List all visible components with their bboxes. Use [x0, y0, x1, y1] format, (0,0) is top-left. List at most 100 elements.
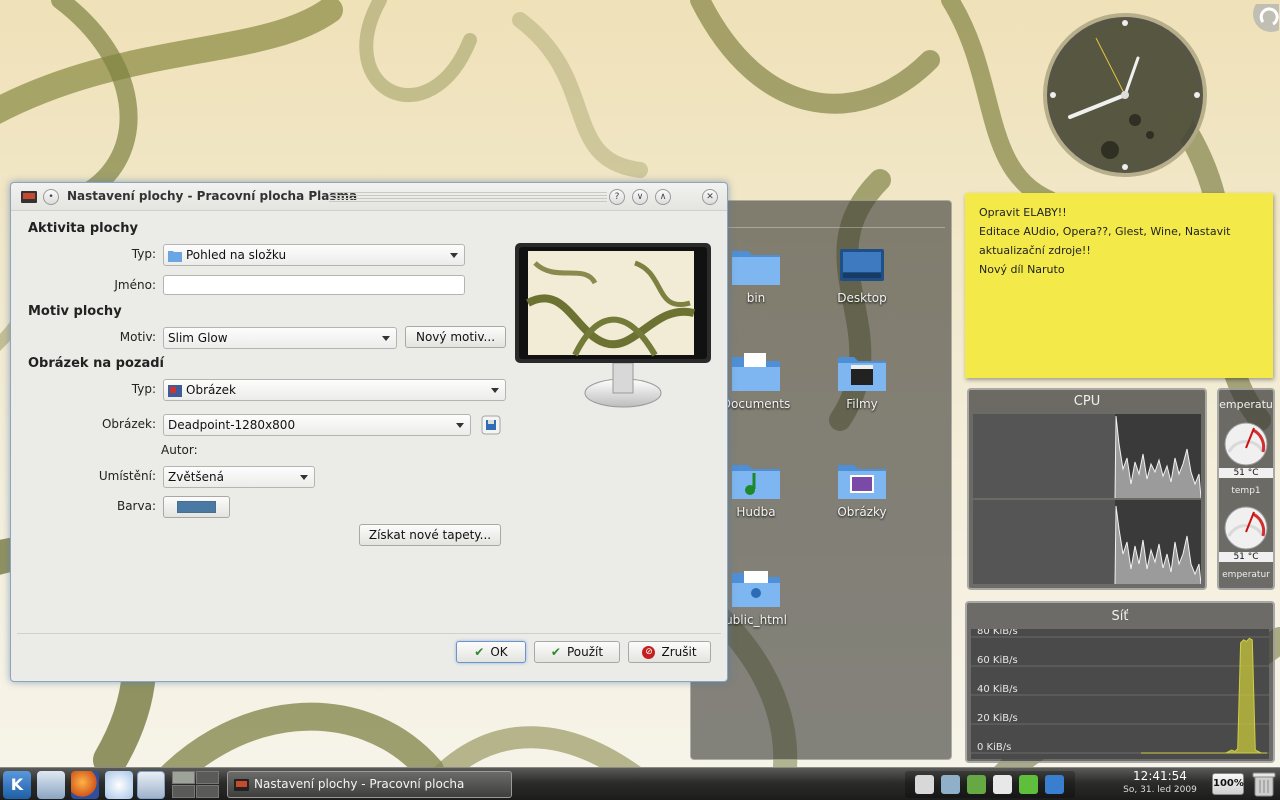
name-label: Jméno: [114, 278, 156, 292]
battery-indicator[interactable]: 100% [1212, 773, 1244, 795]
close-button[interactable]: ✕ [702, 189, 718, 205]
cpu-graph [973, 414, 1201, 584]
activity-type-value: Pohled na složku [186, 248, 287, 262]
ok-button-label: OK [490, 645, 508, 659]
y-tick-label: 60 KiB/s [977, 655, 1018, 666]
section-theme-heading: Motiv plochy [28, 304, 122, 319]
y-tick-label: 20 KiB/s [977, 713, 1018, 724]
author-label: Autor: [161, 443, 198, 457]
firefox-icon[interactable] [71, 771, 99, 799]
browser-icon[interactable] [105, 771, 133, 799]
minimize-button[interactable]: ∨ [632, 189, 648, 205]
network-manager-icon[interactable] [941, 775, 960, 794]
temperature-widget-title: emperatu [1219, 398, 1273, 411]
app-icon [21, 191, 37, 203]
check-icon: ✔ [550, 645, 561, 659]
help-button[interactable]: ? [609, 189, 625, 205]
window-menu-button[interactable]: • [43, 189, 59, 205]
chevron-down-icon [300, 475, 308, 480]
open-file-icon[interactable] [481, 415, 501, 435]
package-icon[interactable] [1019, 775, 1038, 794]
image-label: Obrázek: [101, 417, 156, 431]
apply-button[interactable]: ✔ Použít [534, 641, 620, 663]
note-line: Opravit ELABY!! [979, 206, 1067, 219]
note-line: aktualizační zdroje!! [979, 244, 1091, 257]
placement-value: Zvětšená [168, 470, 225, 484]
bluetooth-icon[interactable] [1045, 775, 1064, 794]
folder-view-separator [697, 227, 945, 228]
music-folder-icon [732, 465, 780, 499]
ok-button[interactable]: ✔ OK [456, 641, 526, 663]
temperature-value: 51 °C [1219, 468, 1273, 478]
cpu-monitor-widget[interactable]: CPU [967, 388, 1207, 590]
theme-value: Slim Glow [168, 331, 228, 345]
desktop-item-label: Filmy [846, 397, 878, 411]
image-select[interactable]: Deadpoint-1280x800 [163, 414, 471, 436]
folder-view-widget[interactable]: e bin Desktop Documents Filmy Hudba [690, 200, 952, 760]
new-theme-button[interactable]: Nový motiv... [405, 326, 506, 348]
sticky-note-widget[interactable]: Opravit ELABY!! Editace AUdio, Opera??, … [965, 193, 1273, 378]
network-monitor-widget[interactable]: Síť 80 KiB/s 60 KiB/s 40 KiB/s 20 KiB/s 0 Ki… [965, 601, 1275, 763]
placement-select[interactable]: Zvětšená [163, 466, 315, 488]
file-manager-icon[interactable] [37, 771, 65, 799]
desktop-item-label: ublic_html [725, 613, 787, 627]
maximize-button[interactable]: ∧ [655, 189, 671, 205]
check-icon: ✔ [474, 645, 485, 659]
desktop-item-label: Hudba [736, 505, 776, 519]
taskbar-clock-time[interactable]: 12:41:54 [1110, 769, 1210, 783]
button-separator [17, 633, 721, 634]
update-notifier-icon[interactable] [967, 775, 986, 794]
activity-type-select[interactable]: Pohled na složku [163, 244, 465, 266]
wallpaper-type-label: Typ: [131, 382, 156, 396]
app-icon [234, 779, 249, 791]
desktop-settings-dialog[interactable]: • Nastavení plochy - Pracovní plocha Pla… [10, 182, 728, 682]
taskbar-task-desktop-settings[interactable]: Nastavení plochy - Pracovní plocha Plasm… [227, 771, 512, 798]
section-activity-heading: Aktivita plochy [28, 221, 138, 236]
desktop-toolbox-icon[interactable] [1249, 4, 1279, 34]
dialog-title: Nastavení plochy - Pracovní plocha Plasm… [67, 189, 358, 203]
video-folder-icon [838, 357, 886, 391]
clipboard-icon[interactable] [993, 775, 1012, 794]
placement-label: Umístění: [98, 469, 156, 483]
color-picker-button[interactable] [163, 496, 230, 518]
system-tray [905, 771, 1075, 798]
volume-icon[interactable] [915, 775, 934, 794]
network-graph: 80 KiB/s 60 KiB/s 40 KiB/s 20 KiB/s 0 KiB/s [971, 629, 1269, 759]
trash-icon[interactable] [1252, 771, 1276, 798]
desktop-item-label: Documents [721, 397, 791, 411]
desktop-item-label: bin [746, 291, 766, 305]
get-new-wallpapers-button[interactable]: Získat nové tapety... [359, 524, 501, 546]
desktop-icon [840, 249, 884, 281]
show-dashboard-icon[interactable] [137, 771, 165, 799]
chevron-down-icon [450, 253, 458, 258]
pictures-folder-icon [838, 465, 886, 499]
y-tick-label: 0 KiB/s [977, 742, 1011, 753]
wallpaper-type-select[interactable]: Obrázek [163, 379, 506, 401]
chevron-down-icon [491, 388, 499, 393]
desktop-item-desktop[interactable]: Desktop [817, 245, 907, 305]
dialog-titlebar[interactable]: • Nastavení plochy - Pracovní plocha Pla… [11, 183, 727, 211]
image-icon [168, 384, 182, 397]
folder-icon [168, 250, 182, 262]
desktop-item-obrazky[interactable]: Obrázky [817, 459, 907, 519]
desktop-item-label: Obrázky [837, 505, 887, 519]
theme-select[interactable]: Slim Glow [163, 327, 397, 349]
temperature-value: 51 °C [1219, 552, 1273, 562]
cancel-button-label: Zrušit [661, 645, 697, 659]
wallpaper-preview-monitor [515, 243, 711, 408]
apply-button-label: Použít [566, 645, 604, 659]
cpu-widget-title: CPU [1073, 394, 1101, 409]
pager-widget[interactable] [172, 771, 220, 798]
note-line: Nový díl Naruto [979, 263, 1065, 276]
taskbar-panel: K Nastavení plochy - Pracovní plocha Pla… [0, 767, 1280, 800]
name-field[interactable] [163, 275, 465, 295]
analog-clock-widget[interactable] [1040, 10, 1210, 180]
kde-menu-icon[interactable]: K [3, 771, 31, 799]
color-swatch [177, 501, 216, 513]
theme-label: Motiv: [119, 330, 156, 344]
temperature-widget[interactable]: emperatu 51 °C temp1 51 °C emperatur [1217, 388, 1275, 590]
cancel-button[interactable]: ⊘ Zrušit [628, 641, 711, 663]
taskbar-clock-date: So, 31. led 2009 [1123, 785, 1197, 795]
temperature-label: emperatur [1222, 570, 1270, 580]
desktop-item-filmy[interactable]: Filmy [817, 351, 907, 411]
